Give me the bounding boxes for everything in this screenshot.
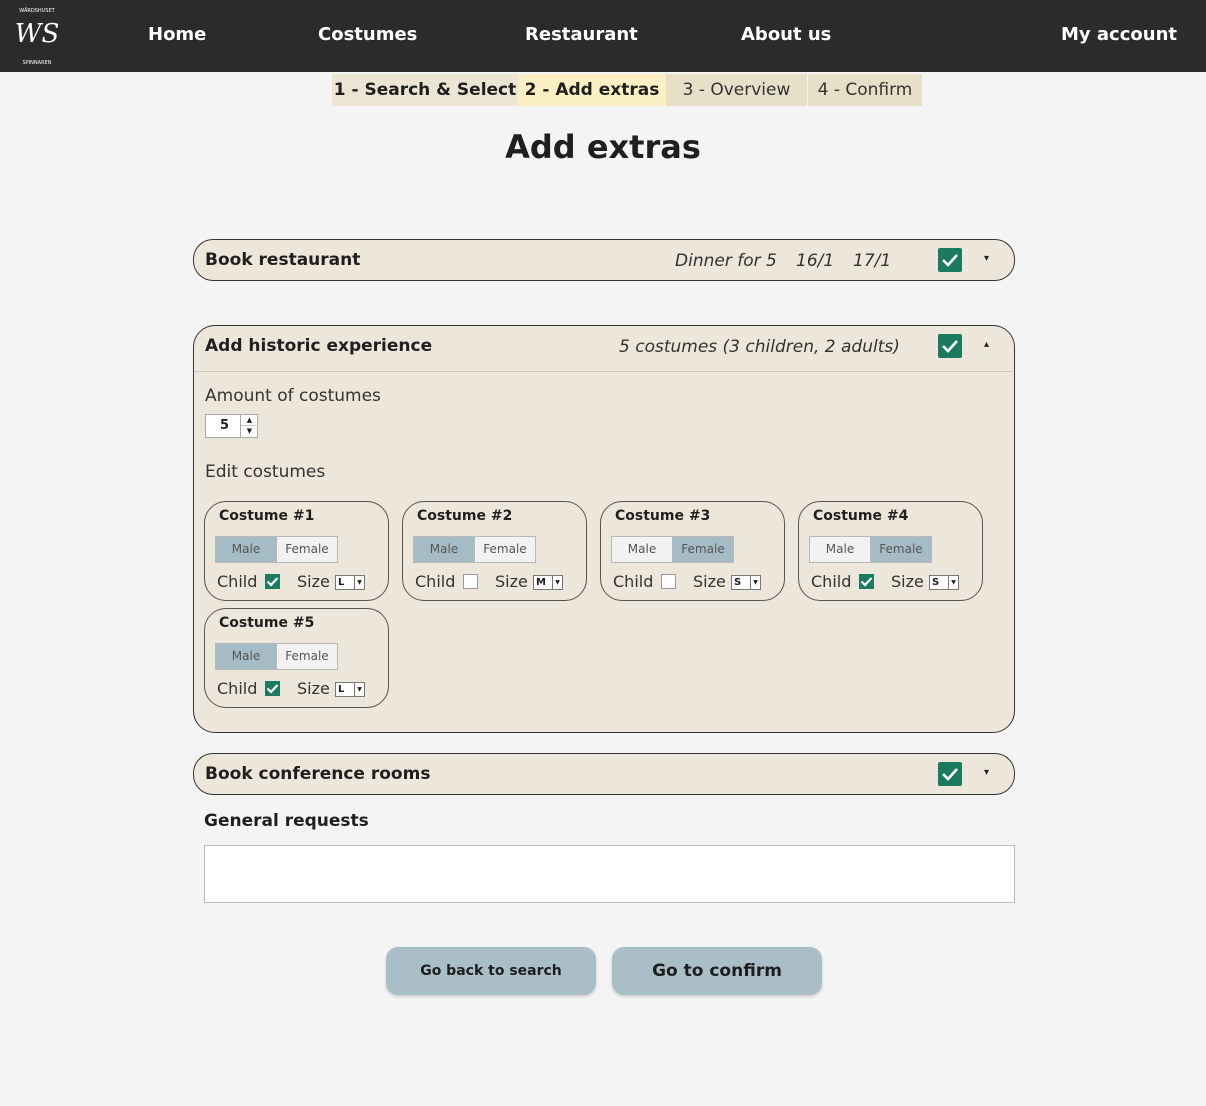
costume-title: Costume #1 [219,508,315,524]
restaurant-date-2: 17/1 [853,251,892,271]
child-label: Child [811,572,852,591]
male-option[interactable]: Male [809,536,871,563]
check-icon [942,340,958,353]
costume-title: Costume #5 [219,615,315,631]
chevron-down-icon: ▼ [948,576,958,589]
nav-about-us[interactable]: About us [741,24,831,45]
conference-title: Book conference rooms [205,764,431,784]
child-checkbox[interactable] [661,574,676,589]
chevron-down-icon[interactable]: ▾ [984,767,989,778]
step-confirm: 4 - Confirm [807,74,922,106]
child-checkbox[interactable] [859,574,874,589]
size-value: S [932,577,940,588]
male-option[interactable]: Male [215,643,277,670]
historic-summary: 5 costumes (3 children, 2 adults) [619,337,900,357]
nav-my-account[interactable]: My account [1061,24,1177,45]
size-label: Size [297,679,330,698]
costume-card: Costume #2 Male Female Child Size M ▼ [402,501,587,601]
child-label: Child [415,572,456,591]
female-option[interactable]: Female [870,536,932,563]
costume-card: Costume #4 Male Female Child Size S ▼ [798,501,983,601]
costume-title: Costume #2 [417,508,513,524]
child-checkbox[interactable] [265,574,280,589]
historic-experience-panel: Add historic experience 5 costumes (3 ch… [193,325,1015,733]
size-select[interactable]: S ▼ [731,575,761,590]
costume-card: Costume #5 Male Female Child Size L ▼ [204,608,389,708]
chevron-down-icon[interactable]: ▾ [984,253,989,264]
female-option[interactable]: Female [474,536,536,563]
size-value: S [734,577,742,588]
nav-costumes[interactable]: Costumes [318,24,417,45]
size-value: L [338,577,345,588]
female-option[interactable]: Female [276,536,338,563]
top-nav: WS WÄRDSHUSET SPINNAREN Home Costumes Re… [0,0,1206,72]
historic-checkbox[interactable] [938,334,962,358]
logo-top-text: WÄRDSHUSET [19,7,55,14]
child-checkbox[interactable] [463,574,478,589]
page-title: Add extras [505,128,701,166]
check-icon [942,768,958,781]
nav-home[interactable]: Home [148,24,206,45]
male-option[interactable]: Male [215,536,277,563]
go-to-confirm-button[interactable]: Go to confirm [612,947,822,995]
size-label: Size [297,572,330,591]
restaurant-checkbox[interactable] [938,248,962,272]
male-option[interactable]: Male [413,536,475,563]
size-select[interactable]: L ▼ [335,682,365,697]
stepper-down-icon[interactable]: ▼ [241,426,258,437]
female-option[interactable]: Female [672,536,734,563]
amount-value: 5 [220,418,230,433]
step-add-extras[interactable]: 2 - Add extras [518,74,666,106]
logo-bottom-text: SPINNAREN [23,60,52,66]
divider [194,371,1013,372]
costume-card: Costume #1 Male Female Child Size L ▼ [204,501,389,601]
stepper-up-icon[interactable]: ▲ [241,415,258,426]
general-requests-input[interactable] [204,845,1015,903]
restaurant-title: Book restaurant [205,250,361,270]
child-checkbox[interactable] [265,681,280,696]
costume-card: Costume #3 Male Female Child Size S ▼ [600,501,785,601]
restaurant-summary: Dinner for 5 [675,251,777,271]
logo[interactable]: WS WÄRDSHUSET SPINNAREN [4,2,70,68]
female-option[interactable]: Female [276,643,338,670]
costume-title: Costume #3 [615,508,711,524]
amount-label: Amount of costumes [205,386,381,406]
male-option[interactable]: Male [611,536,673,563]
size-select[interactable]: L ▼ [335,575,365,590]
conference-checkbox[interactable] [938,762,962,786]
size-label: Size [495,572,528,591]
historic-title: Add historic experience [205,336,433,356]
check-icon [942,254,958,267]
general-requests-label: General requests [204,811,369,831]
step-overview: 3 - Overview [666,74,807,106]
size-label: Size [891,572,924,591]
costume-title: Costume #4 [813,508,909,524]
chevron-down-icon: ▼ [354,683,364,696]
logo-letters: WS [15,19,60,49]
size-select[interactable]: M ▼ [533,575,563,590]
size-label: Size [693,572,726,591]
chevron-down-icon: ▼ [750,576,760,589]
restaurant-panel[interactable]: Book restaurant Dinner for 5 16/1 17/1 ▾ [193,239,1015,281]
step-search-select[interactable]: 1 - Search & Select [332,74,518,106]
restaurant-date-1: 16/1 [796,251,835,271]
chevron-down-icon: ▼ [354,576,364,589]
size-value: M [536,577,546,588]
chevron-down-icon: ▼ [552,576,562,589]
nav-restaurant[interactable]: Restaurant [525,24,638,45]
edit-costumes-label: Edit costumes [205,462,326,482]
child-label: Child [217,572,258,591]
amount-stepper[interactable]: 5 ▲ ▼ [205,414,258,438]
child-label: Child [217,679,258,698]
conference-panel[interactable]: Book conference rooms ▾ [193,753,1015,795]
size-select[interactable]: S ▼ [929,575,959,590]
chevron-up-icon[interactable]: ▴ [984,339,989,350]
go-back-to-search-button[interactable]: Go back to search [386,947,596,995]
child-label: Child [613,572,654,591]
size-value: L [338,684,345,695]
